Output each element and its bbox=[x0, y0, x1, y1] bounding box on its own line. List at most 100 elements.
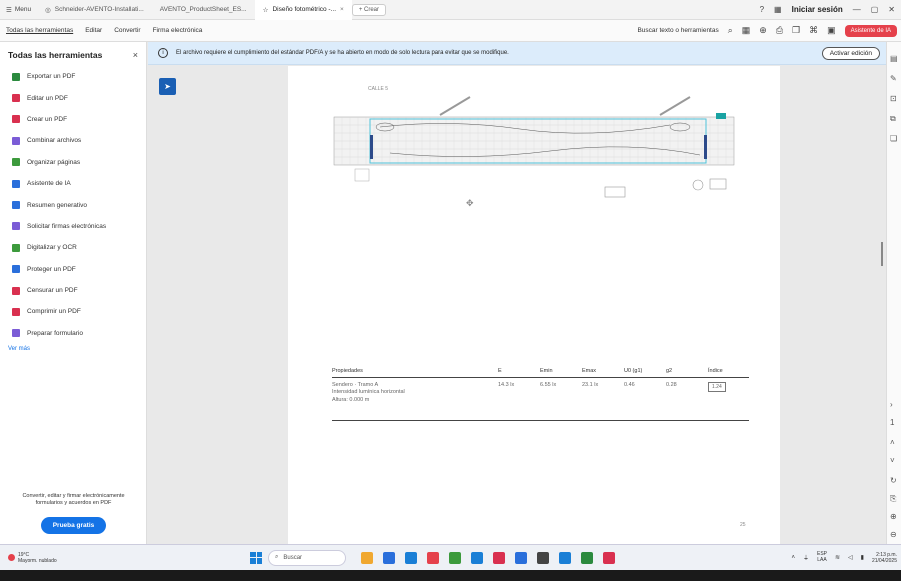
print-icon[interactable]: ⎙ bbox=[776, 26, 783, 35]
tab-label: AVENTO_ProductSheet_ES... bbox=[159, 6, 247, 13]
clock[interactable]: 2:13 p.m. 21/04/2025 bbox=[872, 552, 897, 564]
sticky-note-icon[interactable]: ✎ bbox=[890, 74, 897, 83]
lang-layout: LAA bbox=[817, 556, 827, 563]
tool-item[interactable]: Censurar un PDF bbox=[0, 280, 146, 301]
taskbar-app-icon[interactable] bbox=[449, 551, 461, 564]
collapse-icon[interactable]: › bbox=[890, 400, 893, 409]
volume-icon[interactable]: ◁ bbox=[848, 554, 853, 561]
tab-product-sheet[interactable]: AVENTO_ProductSheet_ES... bbox=[152, 0, 255, 20]
see-more-link[interactable]: Ver más bbox=[0, 346, 146, 352]
taskbar-app-icon[interactable] bbox=[537, 551, 549, 564]
menu-edit[interactable]: Editar bbox=[79, 27, 108, 34]
header-properties: Propiedades bbox=[332, 368, 363, 374]
sign-in-button[interactable]: Iniciar sesión bbox=[792, 5, 843, 14]
taskbar-app-icon[interactable] bbox=[405, 551, 417, 564]
tool-item[interactable]: Preparar formulario bbox=[0, 323, 146, 344]
globe-icon: ◎ bbox=[45, 6, 51, 14]
usb-icon[interactable]: ⏚ bbox=[803, 553, 809, 562]
minimize-icon[interactable]: — bbox=[853, 5, 861, 14]
taskbar-search[interactable]: ⌕ Buscar bbox=[268, 549, 346, 566]
copy-icon[interactable]: ❐ bbox=[792, 26, 800, 35]
taskbar-app-icon[interactable] bbox=[493, 551, 505, 564]
properties-table: Propiedades E Emin Emax U0 (g1) g2 Índic… bbox=[332, 368, 749, 421]
maximize-icon[interactable]: ▢ bbox=[871, 5, 879, 14]
taskbar-app-icon[interactable] bbox=[559, 551, 571, 564]
taskbar-app-icon[interactable] bbox=[603, 551, 615, 564]
tool-item[interactable]: Organizar páginas bbox=[0, 152, 146, 173]
tool-item[interactable]: Comprimir un PDF bbox=[0, 301, 146, 322]
page-count-icon: 1 bbox=[890, 418, 895, 427]
bookmark-icon[interactable]: ⊡ bbox=[890, 94, 897, 103]
weather-widget[interactable]: 19°C Mayorm. nublado bbox=[0, 552, 250, 564]
menu-button[interactable]: ☰ Menu bbox=[0, 6, 37, 14]
weather-icon bbox=[8, 554, 15, 561]
chevron-up-icon[interactable]: ˄ bbox=[890, 438, 895, 447]
battery-icon[interactable]: ▮ bbox=[861, 554, 864, 561]
wifi-icon[interactable]: ≋ bbox=[835, 554, 840, 561]
language-indicator[interactable]: ESP LAA bbox=[817, 551, 827, 563]
tool-icon bbox=[12, 329, 20, 338]
zoom-in-icon[interactable]: ⊕ bbox=[890, 512, 897, 521]
tool-item[interactable]: Editar un PDF bbox=[0, 87, 146, 108]
tool-list: Exportar un PDF Editar un PDF Crear un PDF… bbox=[0, 66, 146, 344]
close-window-icon[interactable]: ✕ bbox=[888, 5, 895, 14]
tool-icon bbox=[12, 307, 20, 316]
tool-item[interactable]: Combinar archivos bbox=[0, 130, 146, 151]
enable-editing-button[interactable]: Activar edición bbox=[821, 46, 880, 60]
taskbar-app-icon[interactable] bbox=[581, 551, 593, 564]
close-icon[interactable]: × bbox=[133, 50, 138, 60]
header-g2: g2 bbox=[666, 368, 673, 374]
vertical-scrollbar[interactable] bbox=[881, 242, 883, 266]
rotate-icon[interactable]: ↻ bbox=[890, 476, 897, 485]
help-icon[interactable]: ? bbox=[760, 5, 764, 14]
menu-all-tools[interactable]: Todas las herramientas bbox=[0, 27, 79, 34]
taskbar-search-placeholder: Buscar bbox=[283, 554, 303, 561]
menu-e-signature[interactable]: Firma electrónica bbox=[147, 27, 209, 34]
tool-item[interactable]: Crear un PDF bbox=[0, 109, 146, 130]
tool-item[interactable]: Resumen generativo bbox=[0, 194, 146, 215]
windows-start-icon[interactable] bbox=[250, 551, 262, 564]
ai-assistant-button[interactable]: Asistente de IA bbox=[844, 24, 897, 37]
header-index: Índice bbox=[708, 368, 723, 374]
attachment-icon[interactable]: ⧉ bbox=[890, 114, 896, 124]
chevron-up-icon[interactable]: ˄ bbox=[791, 555, 795, 561]
tab-photometric-design[interactable]: ☆ Diseño fotométrico -... × bbox=[254, 0, 352, 20]
taskbar-app-icon[interactable] bbox=[383, 551, 395, 564]
tab-schneider[interactable]: ◎ Schneider-AVENTO-Installati... bbox=[37, 0, 152, 20]
layers-icon[interactable]: ❏ bbox=[890, 134, 897, 143]
cell-e: 14.3 lx bbox=[498, 382, 515, 388]
taskbar-app-icon[interactable] bbox=[427, 551, 439, 564]
zoom-out-icon[interactable]: ⊖ bbox=[890, 530, 897, 539]
select-cursor-tool[interactable]: ➤ bbox=[159, 78, 176, 95]
menu-label: Menu bbox=[14, 6, 32, 13]
drawing-street-label: CALLE 5 bbox=[368, 86, 389, 92]
search-tools-label[interactable]: Buscar texto o herramientas bbox=[637, 27, 718, 34]
tool-label: Exportar un PDF bbox=[27, 73, 76, 81]
grid-icon[interactable]: ▦ bbox=[742, 26, 751, 35]
tool-item[interactable]: Solicitar firmas electrónicas bbox=[0, 216, 146, 237]
taskbar-app-icon[interactable] bbox=[361, 551, 373, 564]
share-icon[interactable]: ⊕ bbox=[759, 26, 767, 35]
save-icon[interactable]: ▣ bbox=[827, 26, 836, 35]
tool-label: Comprimir un PDF bbox=[27, 308, 81, 316]
tool-icon bbox=[12, 243, 20, 252]
free-trial-button[interactable]: Prueba gratis bbox=[40, 517, 107, 534]
chevron-down-icon[interactable]: ˅ bbox=[890, 456, 895, 465]
new-tab-button[interactable]: + Crear bbox=[351, 3, 386, 16]
comment-icon[interactable]: ▤ bbox=[890, 54, 898, 63]
tool-item[interactable]: Digitalizar y OCR bbox=[0, 237, 146, 258]
site-plan-drawing bbox=[333, 96, 735, 198]
taskbar-app-icon[interactable] bbox=[471, 551, 483, 564]
menu-convert[interactable]: Convertir bbox=[108, 27, 146, 34]
taskbar-app-icon[interactable] bbox=[515, 551, 527, 564]
apps-icon[interactable]: ▦ bbox=[774, 5, 782, 14]
tool-item[interactable]: Asistente de IA bbox=[0, 173, 146, 194]
tool-item[interactable]: Proteger un PDF bbox=[0, 259, 146, 280]
search-icon[interactable]: ⌕ bbox=[728, 26, 733, 35]
save-copy-icon[interactable]: ⎘ bbox=[890, 494, 896, 504]
link-icon[interactable]: ⌘ bbox=[809, 26, 818, 35]
tool-label: Editar un PDF bbox=[27, 94, 68, 102]
promo-text: Convertir, editar y firmar electrónicame… bbox=[22, 492, 125, 506]
close-tab-icon[interactable]: × bbox=[340, 6, 344, 13]
tool-item[interactable]: Exportar un PDF bbox=[0, 66, 146, 87]
